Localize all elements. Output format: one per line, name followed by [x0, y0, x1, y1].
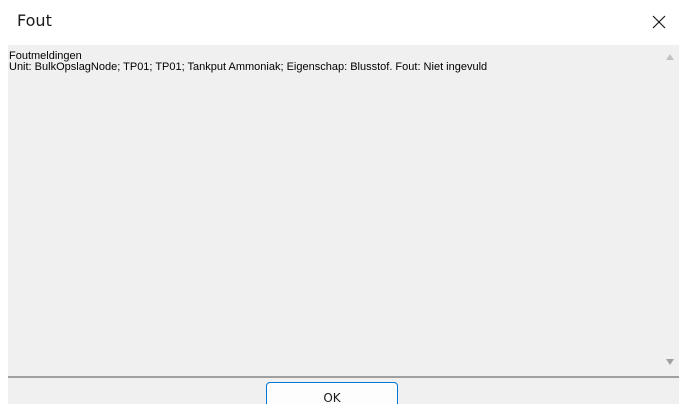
message-line: Unit: BulkOpslagNode; TP01; TP01; Tankpu… — [9, 61, 488, 73]
scroll-up-arrow-icon[interactable] — [666, 54, 674, 60]
error-message-textbox[interactable]: Foutmeldingen Unit: BulkOpslagNode; TP01… — [8, 45, 679, 376]
close-icon — [652, 15, 666, 29]
error-message-text: Foutmeldingen Unit: BulkOpslagNode; TP01… — [9, 51, 649, 73]
close-button[interactable] — [639, 6, 679, 38]
vertical-scrollbar[interactable] — [662, 45, 679, 376]
scroll-down-arrow-icon[interactable] — [666, 359, 674, 365]
ok-button[interactable]: OK — [266, 382, 398, 404]
title-bar: Fout — [0, 0, 679, 45]
dialog-title: Fout — [17, 11, 52, 30]
error-dialog: Fout Foutmeldingen Unit: BulkOpslagNode;… — [0, 0, 679, 404]
